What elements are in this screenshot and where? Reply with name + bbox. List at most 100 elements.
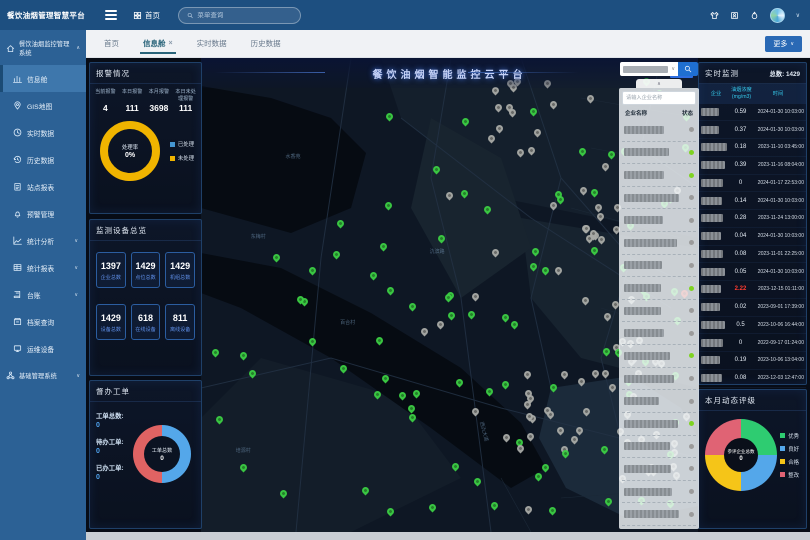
map-marker-online[interactable]: [407, 404, 417, 414]
sidebar-group-restaurant-system[interactable]: 餐饮油烟监控管理系统 ∧: [0, 30, 86, 65]
map-marker-online[interactable]: [447, 310, 457, 320]
realtime-row[interactable]: 0.042024-01-30 10:03:00: [699, 228, 806, 246]
sidebar-item-stat-analysis[interactable]: 统计分析∨: [0, 227, 86, 254]
map-marker-offline[interactable]: [556, 425, 566, 435]
map-marker-offline[interactable]: [585, 93, 595, 103]
map-marker-online[interactable]: [360, 486, 370, 496]
map-marker-offline[interactable]: [502, 433, 512, 443]
map-marker-online[interactable]: [454, 377, 464, 387]
map-marker-online[interactable]: [533, 471, 543, 481]
company-search-button[interactable]: [678, 62, 698, 76]
map-marker-offline[interactable]: [523, 505, 533, 515]
topbar-home-link[interactable]: 首页: [133, 10, 160, 21]
realtime-row[interactable]: 02022-09-17 01:24:00: [699, 334, 806, 352]
map-marker-online[interactable]: [501, 380, 511, 390]
company-row[interactable]: [622, 413, 696, 436]
map-marker-offline[interactable]: [493, 103, 503, 113]
company-row[interactable]: [622, 142, 696, 165]
tab-history-data[interactable]: 历史数据: [239, 30, 293, 57]
map-marker-online[interactable]: [606, 150, 616, 160]
map-marker-offline[interactable]: [487, 134, 497, 144]
company-select[interactable]: ∨: [620, 62, 678, 76]
collapse-arrow-icon[interactable]: ∧: [636, 79, 682, 88]
map-marker-offline[interactable]: [470, 406, 480, 416]
company-row[interactable]: [622, 436, 696, 459]
sidebar-item-gis-map[interactable]: GIS地图: [0, 92, 86, 119]
map-marker-online[interactable]: [473, 477, 483, 487]
id-badge-icon[interactable]: [730, 11, 739, 20]
map-marker-online[interactable]: [408, 301, 418, 311]
map-marker-online[interactable]: [210, 347, 220, 357]
company-row[interactable]: [622, 322, 696, 345]
company-row[interactable]: [622, 481, 696, 504]
map-marker-offline[interactable]: [603, 312, 613, 322]
company-row[interactable]: [622, 345, 696, 368]
chevron-down-icon[interactable]: ∨: [796, 12, 800, 19]
map-marker-online[interactable]: [485, 387, 495, 397]
map-marker-online[interactable]: [540, 266, 550, 276]
realtime-row[interactable]: 0.52023-10-06 16:44:00: [699, 317, 806, 335]
map-marker-online[interactable]: [407, 412, 417, 422]
realtime-row[interactable]: 0.282023-11-24 13:00:00: [699, 210, 806, 228]
map-marker-online[interactable]: [412, 388, 422, 398]
company-row[interactable]: [622, 255, 696, 278]
realtime-row[interactable]: 0.182023-11-10 03:45:00: [699, 139, 806, 157]
map-marker-offline[interactable]: [559, 369, 569, 379]
map-marker-offline[interactable]: [608, 383, 618, 393]
realtime-row[interactable]: 02024-01-17 22:53:00: [699, 175, 806, 193]
map-marker-online[interactable]: [427, 502, 437, 512]
sidebar-item-site-report[interactable]: 站点报表: [0, 173, 86, 200]
realtime-row[interactable]: 0.372024-01-30 10:03:00: [699, 121, 806, 139]
map-marker-offline[interactable]: [590, 369, 600, 379]
map-marker-online[interactable]: [600, 444, 610, 454]
map-marker-online[interactable]: [482, 204, 492, 214]
realtime-row[interactable]: 0.192023-10-06 13:04:00: [699, 352, 806, 370]
realtime-row[interactable]: 0.082023-11-01 22:25:00: [699, 246, 806, 264]
map-marker-online[interactable]: [339, 363, 349, 373]
company-row[interactable]: [622, 390, 696, 413]
shirt-icon[interactable]: [710, 11, 719, 20]
realtime-row[interactable]: 0.142024-01-30 10:03:00: [699, 192, 806, 210]
flame-icon[interactable]: [750, 11, 759, 20]
map-marker-online[interactable]: [385, 111, 395, 121]
map-marker-online[interactable]: [461, 117, 471, 127]
map-marker-offline[interactable]: [436, 319, 446, 329]
map-marker-offline[interactable]: [574, 425, 584, 435]
realtime-row[interactable]: 0.592024-01-30 10:03:00: [699, 104, 806, 122]
company-row[interactable]: [622, 164, 696, 187]
map-marker-online[interactable]: [384, 201, 394, 211]
map-marker-online[interactable]: [380, 374, 390, 384]
map-marker-online[interactable]: [272, 252, 282, 262]
realtime-row[interactable]: 0.052024-01-30 10:03:00: [699, 263, 806, 281]
sidebar-group-base-system[interactable]: 基础管理系统 ∨: [0, 362, 86, 388]
company-row[interactable]: [622, 119, 696, 142]
map-marker-offline[interactable]: [490, 248, 500, 258]
realtime-row[interactable]: 0.022023-09-01 17:39:00: [699, 299, 806, 317]
map-marker-offline[interactable]: [600, 368, 610, 378]
map-marker-offline[interactable]: [594, 203, 604, 213]
topbar-search[interactable]: [178, 7, 301, 24]
map-marker-online[interactable]: [603, 496, 613, 506]
map-marker-online[interactable]: [279, 488, 289, 498]
map-marker-offline[interactable]: [533, 128, 543, 138]
map-marker-offline[interactable]: [515, 147, 525, 157]
sidebar-item-alarm-management[interactable]: 预警管理: [0, 200, 86, 227]
sidebar-item-history-data[interactable]: 历史数据: [0, 146, 86, 173]
map-marker-online[interactable]: [561, 449, 571, 459]
tab-home[interactable]: 首页: [92, 30, 131, 57]
map-marker-online[interactable]: [378, 242, 388, 252]
map-marker-offline[interactable]: [580, 295, 590, 305]
map-marker-online[interactable]: [466, 310, 476, 320]
map-marker-online[interactable]: [308, 265, 318, 275]
menu-search-input[interactable]: [197, 12, 292, 19]
realtime-row[interactable]: 0.082023-12-03 12:47:00: [699, 370, 806, 388]
company-row[interactable]: [622, 300, 696, 323]
company-row[interactable]: [622, 277, 696, 300]
map-marker-offline[interactable]: [577, 377, 587, 387]
map-marker-online[interactable]: [386, 507, 396, 517]
map-marker-online[interactable]: [510, 320, 520, 330]
tab-realtime-data[interactable]: 实时数据: [185, 30, 239, 57]
menu-toggle-icon[interactable]: [105, 8, 117, 22]
map-marker-online[interactable]: [590, 188, 600, 198]
map-marker-offline[interactable]: [445, 191, 455, 201]
